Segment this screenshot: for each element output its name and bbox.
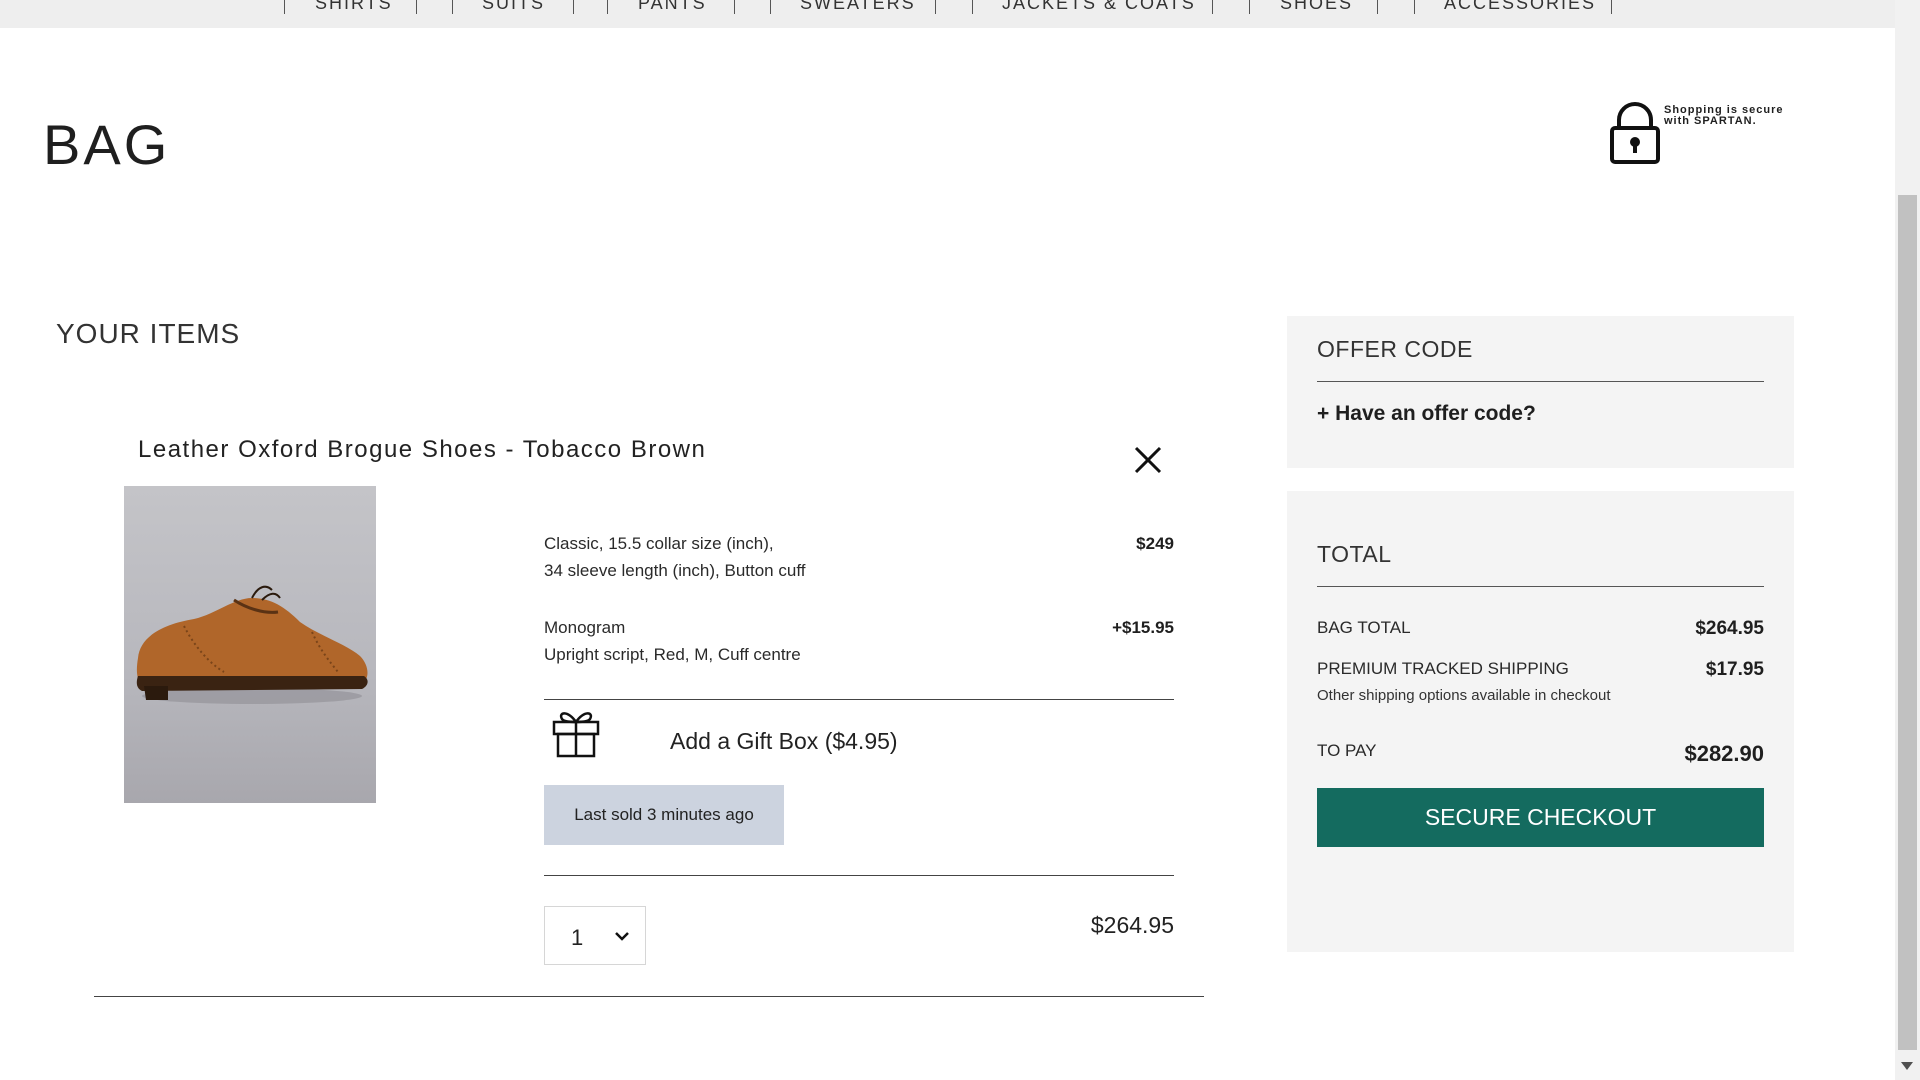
- nav-separator: [452, 0, 453, 14]
- nav-item-shoes[interactable]: SHOES: [1280, 0, 1353, 14]
- secure-shopping-badge: Shopping is secure with SPARTAN.: [1604, 100, 1804, 170]
- page-title: BAG: [43, 113, 171, 176]
- lock-icon: [1610, 102, 1660, 164]
- nav-item-sweaters[interactable]: SWEATERS: [800, 0, 916, 14]
- add-gift-box-option[interactable]: Add a Gift Box ($4.95): [670, 728, 898, 755]
- product-name[interactable]: Leather Oxford Brogue Shoes - Tobacco Br…: [138, 436, 706, 464]
- product-spec-line: Classic, 15.5 collar size (inch),: [544, 534, 774, 553]
- nav-separator: [1212, 0, 1213, 14]
- nav-separator: [607, 0, 608, 14]
- product-spec: Classic, 15.5 collar size (inch), 34 sle…: [544, 530, 805, 584]
- brogue-shoe-image: [136, 585, 368, 704]
- divider: [544, 699, 1174, 700]
- product-image[interactable]: [124, 486, 376, 803]
- to-pay-label: TO PAY: [1317, 741, 1377, 760]
- nav-separator: [972, 0, 973, 14]
- nav-separator: [416, 0, 417, 14]
- product-price: $249: [1136, 534, 1174, 553]
- nav-separator: [284, 0, 285, 14]
- nav-item-accessories[interactable]: ACCESSORIES: [1444, 0, 1596, 14]
- to-pay-value: $282.90: [1684, 741, 1764, 766]
- nav-item-suits[interactable]: SUITS: [482, 0, 545, 14]
- nav-separator: [1414, 0, 1415, 14]
- shipping-value: $17.95: [1705, 659, 1764, 680]
- shipping-label: PREMIUM TRACKED SHIPPING: [1317, 659, 1569, 678]
- nav-separator: [573, 0, 574, 14]
- nav-separator: [1611, 0, 1612, 14]
- monogram-price: +$15.95: [1112, 618, 1174, 637]
- chevron-down-icon: [615, 932, 629, 941]
- nav-separator: [1249, 0, 1250, 14]
- nav-separator: [734, 0, 735, 14]
- order-summary-panel: TOTAL BAG TOTAL $264.95 PREMIUM TRACKED …: [1287, 491, 1794, 952]
- offer-code-heading: OFFER CODE: [1317, 336, 1473, 362]
- divider: [544, 875, 1174, 876]
- monogram-title: Monogram: [544, 618, 626, 637]
- secure-checkout-button[interactable]: SECURE CHECKOUT: [1317, 788, 1764, 847]
- secure-shopping-text: Shopping is secure with SPARTAN.: [1664, 104, 1784, 127]
- nav-separator: [770, 0, 771, 14]
- nav-item-pants[interactable]: PANTS: [638, 0, 707, 14]
- scroll-down-arrow-icon[interactable]: [1901, 1062, 1913, 1070]
- scrollbar-thumb[interactable]: [1898, 195, 1917, 1050]
- shipping-note: Other shipping options available in chec…: [1317, 687, 1611, 704]
- quantity-value: 1: [571, 925, 584, 950]
- nav-item-jackets-coats[interactable]: JACKETS & COATS: [1002, 0, 1196, 14]
- product-spec-line: 34 sleeve length (inch), Button cuff: [544, 561, 806, 580]
- your-items-heading: YOUR ITEMS: [56, 318, 241, 349]
- quantity-select[interactable]: 1: [544, 906, 646, 965]
- items-bottom-divider: [94, 996, 1204, 997]
- bag-total-value: $264.95: [1695, 618, 1764, 639]
- nav-separator: [935, 0, 936, 14]
- close-icon: [1134, 446, 1162, 474]
- top-navigation: SHIRTS SUITS PANTS SWEATERS JACKETS & CO…: [0, 0, 1895, 28]
- monogram-description: Upright script, Red, M, Cuff centre: [544, 645, 801, 664]
- line-total: $264.95: [1090, 912, 1174, 938]
- nav-item-shirts[interactable]: SHIRTS: [315, 0, 393, 14]
- remove-item-button[interactable]: [1128, 440, 1168, 480]
- gift-box-svg: [552, 712, 600, 758]
- gift-box-icon[interactable]: [550, 706, 602, 758]
- nav-separator: [1377, 0, 1378, 14]
- total-heading: TOTAL: [1317, 541, 1392, 567]
- last-sold-badge: Last sold 3 minutes ago: [544, 785, 784, 845]
- divider: [1317, 586, 1764, 587]
- offer-code-panel: OFFER CODE + Have an offer code?: [1287, 316, 1794, 468]
- divider: [1317, 381, 1764, 382]
- monogram-details: Monogram Upright script, Red, M, Cuff ce…: [544, 614, 801, 668]
- offer-code-toggle[interactable]: + Have an offer code?: [1317, 402, 1536, 426]
- bag-total-label: BAG TOTAL: [1317, 618, 1411, 637]
